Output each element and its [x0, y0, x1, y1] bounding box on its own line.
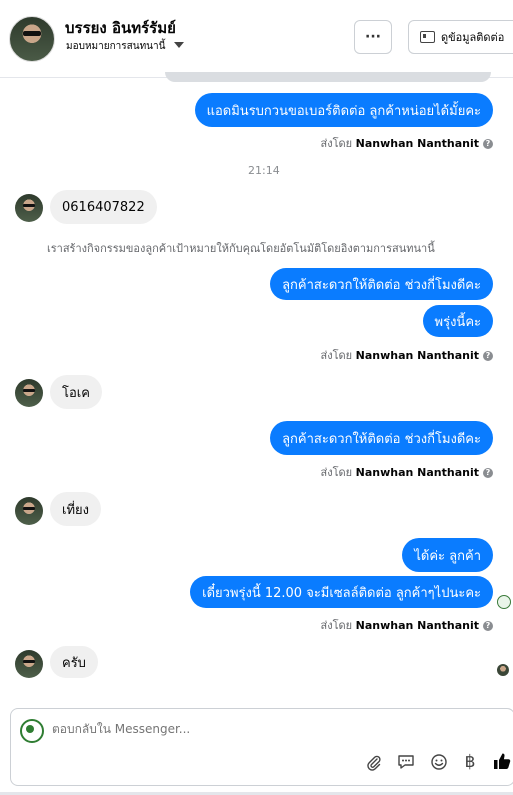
- help-icon[interactable]: ?: [483, 621, 493, 631]
- contact-avatar-small[interactable]: [15, 650, 43, 678]
- help-icon[interactable]: ?: [483, 139, 493, 149]
- sent-by-prefix: ส่งโดย: [320, 137, 353, 150]
- message-text: แอดมินรบกวนขอเบอร์ติดต่อ ลูกค้าหน่อยได้ม…: [206, 103, 481, 119]
- message-incoming[interactable]: โอเค: [50, 375, 102, 409]
- sent-by-label: ส่งโดย Nanwhan Nanthanit?: [321, 463, 493, 481]
- contact-avatar-small[interactable]: [15, 497, 43, 525]
- message-text: 0616407822: [62, 199, 145, 215]
- reply-composer[interactable]: [10, 708, 513, 786]
- message-text: เดี๋ยวพรุ่งนี้ 12.00 จะมีเซลล์ติดต่อ ลูก…: [202, 585, 481, 601]
- message-outgoing[interactable]: ได้ค่ะ ลูกค้า: [402, 538, 493, 572]
- timestamp: 21:14: [248, 164, 280, 177]
- contact-name[interactable]: บรรยง อินทร์รัมย์: [65, 16, 176, 40]
- agent-name: Nanwhan Nanthanit: [355, 466, 479, 479]
- message-outgoing[interactable]: ลูกค้าสะดวกให้ติดต่อ ช่วงกี่โมงดีคะ: [270, 421, 493, 455]
- contact-info-button[interactable]: ดูข้อมูลติดต่อ: [408, 20, 513, 54]
- attach-icon[interactable]: [364, 753, 384, 773]
- message-text: เที่ยง: [62, 502, 89, 518]
- message-incoming[interactable]: 0616407822: [50, 190, 157, 224]
- agent-name: Nanwhan Nanthanit: [355, 619, 479, 632]
- reply-input[interactable]: [52, 722, 352, 736]
- more-options-button[interactable]: ···: [354, 20, 392, 54]
- message-outgoing[interactable]: ลูกค้าสะดวกให้ติดต่อ ช่วงกี่โมงดีคะ: [270, 268, 493, 300]
- sent-by-prefix: ส่งโดย: [320, 349, 353, 362]
- message-text: ลูกค้าสะดวกให้ติดต่อ ช่วงกี่โมงดีคะ: [282, 277, 481, 293]
- message-outgoing[interactable]: พรุ่งนี้คะ: [422, 305, 493, 337]
- message-incoming[interactable]: ครับ: [50, 646, 98, 678]
- contact-avatar[interactable]: [9, 16, 55, 62]
- sent-by-prefix: ส่งโดย: [320, 619, 353, 632]
- contact-avatar-small[interactable]: [15, 379, 43, 407]
- emoji-icon[interactable]: [429, 752, 449, 772]
- message-outgoing[interactable]: เดี๋ยวพรุ่งนี้ 12.00 จะมีเซลล์ติดต่อ ลูก…: [190, 576, 493, 608]
- seen-avatar-icon: [497, 664, 509, 676]
- caret-down-icon[interactable]: [174, 42, 184, 48]
- sent-by-prefix: ส่งโดย: [320, 466, 353, 479]
- assign-conversation-label[interactable]: มอบหมายการสนทนานี้: [66, 39, 165, 54]
- agent-name: Nanwhan Nanthanit: [355, 349, 479, 362]
- message-incoming[interactable]: เที่ยง: [50, 492, 101, 526]
- message-outgoing[interactable]: แอดมินรบกวนขอเบอร์ติดต่อ ลูกค้าหน่อยได้ม…: [194, 93, 493, 127]
- agent-name: Nanwhan Nanthanit: [355, 137, 479, 150]
- message-text: พรุ่งนี้คะ: [434, 314, 481, 330]
- more-options-label: ···: [365, 29, 381, 45]
- message-text: ครับ: [62, 655, 86, 671]
- saved-replies-icon[interactable]: [396, 752, 416, 772]
- message-text: โอเค: [62, 385, 90, 401]
- sent-by-label: ส่งโดย Nanwhan Nanthanit?: [321, 616, 493, 634]
- sent-by-label: ส่งโดย Nanwhan Nanthanit?: [321, 346, 493, 364]
- sent-by-label: ส่งโดย Nanwhan Nanthanit?: [321, 134, 493, 152]
- contact-avatar-small[interactable]: [15, 194, 43, 222]
- system-note: เราสร้างกิจกรรมของลูกค้าเป้าหมายให้กับคุ…: [47, 242, 435, 255]
- help-icon[interactable]: ?: [483, 468, 493, 478]
- previous-attachment-edge: [165, 72, 491, 82]
- contact-info-label: ดูข้อมูลติดต่อ: [441, 31, 505, 44]
- read-receipt-icon: [497, 595, 511, 609]
- message-text: ได้ค่ะ ลูกค้า: [414, 548, 481, 564]
- help-icon[interactable]: ?: [483, 351, 493, 361]
- currency-icon[interactable]: ฿: [460, 752, 480, 772]
- page-avatar: [20, 719, 44, 743]
- card-icon: [420, 31, 435, 43]
- message-text: ลูกค้าสะดวกให้ติดต่อ ช่วงกี่โมงดีคะ: [282, 431, 481, 447]
- like-icon[interactable]: [492, 751, 512, 771]
